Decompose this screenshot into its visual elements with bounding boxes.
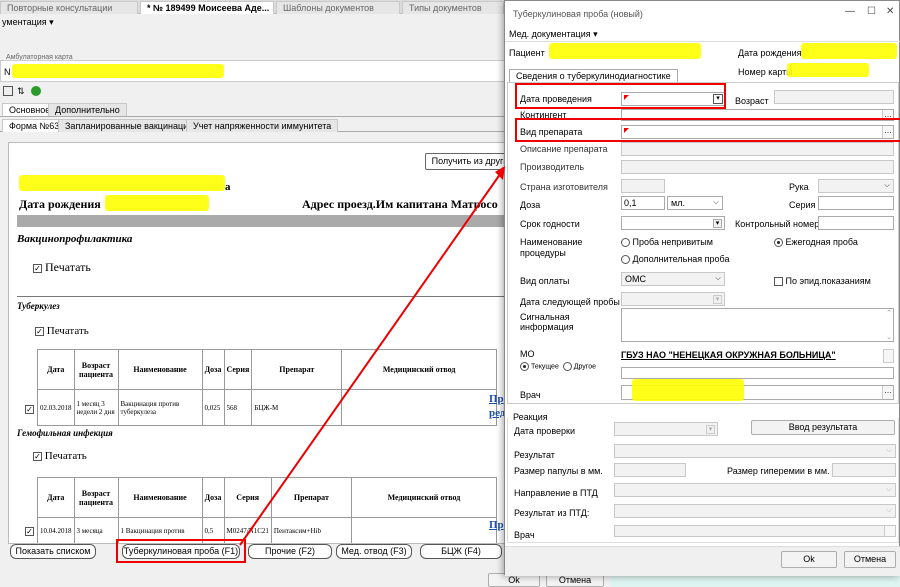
- arrow-line: [239, 169, 504, 546]
- annotation-arrow: [239, 166, 505, 546]
